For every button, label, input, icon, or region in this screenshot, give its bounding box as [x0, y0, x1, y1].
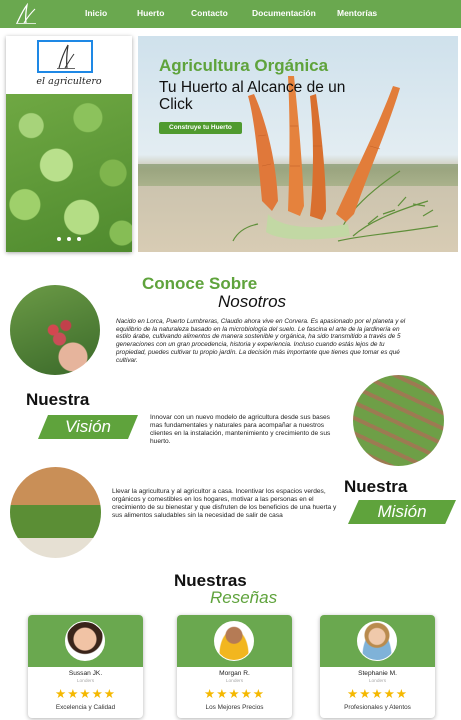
mission-ribbon: Misión [348, 500, 456, 524]
about-subtitle: Nosotros [218, 292, 287, 311]
nav-item-contacto[interactable]: Contacto [191, 8, 228, 18]
about-title: Conoce Sobre [142, 274, 258, 293]
build-garden-button[interactable]: Construye tu Huerto [159, 122, 242, 134]
nav-item-documentacion[interactable]: Documentación [252, 8, 316, 18]
nav-item-mentorias[interactable]: Mentorías [337, 8, 377, 18]
about-text: Nacido en Lorca, Puerto Lumbreras, Claud… [116, 318, 406, 364]
carousel-dot[interactable] [56, 237, 61, 241]
reviewer-name: Sussan JK. [68, 670, 103, 677]
review-card: Sussan JK. Londers ★★★★★ Excelencia y Ca… [28, 615, 143, 718]
brand-logo [37, 40, 93, 73]
star-rating: ★★★★★ [346, 687, 409, 701]
reviewer-role: Londers [76, 679, 95, 684]
reviewer-name: Morgan R. [219, 670, 250, 677]
hero-banner: Agricultura Orgánica Tu Huerto al Alcanc… [138, 36, 458, 252]
nav-item-huerto[interactable]: Huerto [137, 8, 164, 18]
vision-heading: Nuestra [26, 390, 90, 409]
planter-image [10, 467, 101, 558]
star-rating: ★★★★★ [54, 687, 117, 701]
top-navbar: Inicio Huerto Contacto Documentación Men… [0, 0, 461, 28]
star-rating: ★★★★★ [203, 687, 266, 701]
hero-carousel[interactable]: el agricultero [6, 36, 132, 252]
avatar [65, 621, 105, 661]
nav-item-inicio[interactable]: Inicio [85, 8, 107, 18]
reviews-subheading: Reseñas [210, 588, 278, 607]
garden-beds-image [353, 375, 444, 466]
reviewer-name: Stephanie M. [358, 670, 397, 677]
vision-ribbon: Visión [38, 415, 138, 439]
carousel-dots[interactable] [6, 228, 132, 246]
brand-header: el agricultero [6, 36, 132, 94]
carousel-dot[interactable] [77, 237, 82, 241]
reviewer-role: Londers [368, 679, 387, 684]
vision-text: Innovar con un nuevo modelo de agricultu… [150, 414, 331, 445]
review-card: Morgan R. Londers ★★★★★ Los Mejores Prec… [177, 615, 292, 718]
review-card: Stephanie M. Londers ★★★★★ Profesionales… [320, 615, 435, 718]
brand-name: el agricultero [36, 76, 102, 87]
brand-leaf-icon [57, 44, 75, 69]
radish-image [10, 285, 100, 375]
mission-text: Llevar la agricultura y al agricultor a … [112, 488, 337, 519]
review-quote: Los Mejores Precios [205, 704, 264, 711]
review-quote: Excelencia y Calidad [55, 704, 116, 711]
avatar [214, 621, 254, 661]
hero-subtitle: Tu Huerto al Alcance de un Click [159, 79, 346, 113]
review-quote: Profesionales y Atentos [344, 704, 411, 711]
reviewer-role: Londers [225, 679, 244, 684]
carousel-dot[interactable] [67, 237, 71, 241]
leaf-logo-icon[interactable] [14, 3, 38, 25]
mission-heading: Nuestra [344, 477, 408, 496]
hero-title: Agricultura Orgánica [159, 56, 329, 75]
avatar [357, 621, 397, 661]
